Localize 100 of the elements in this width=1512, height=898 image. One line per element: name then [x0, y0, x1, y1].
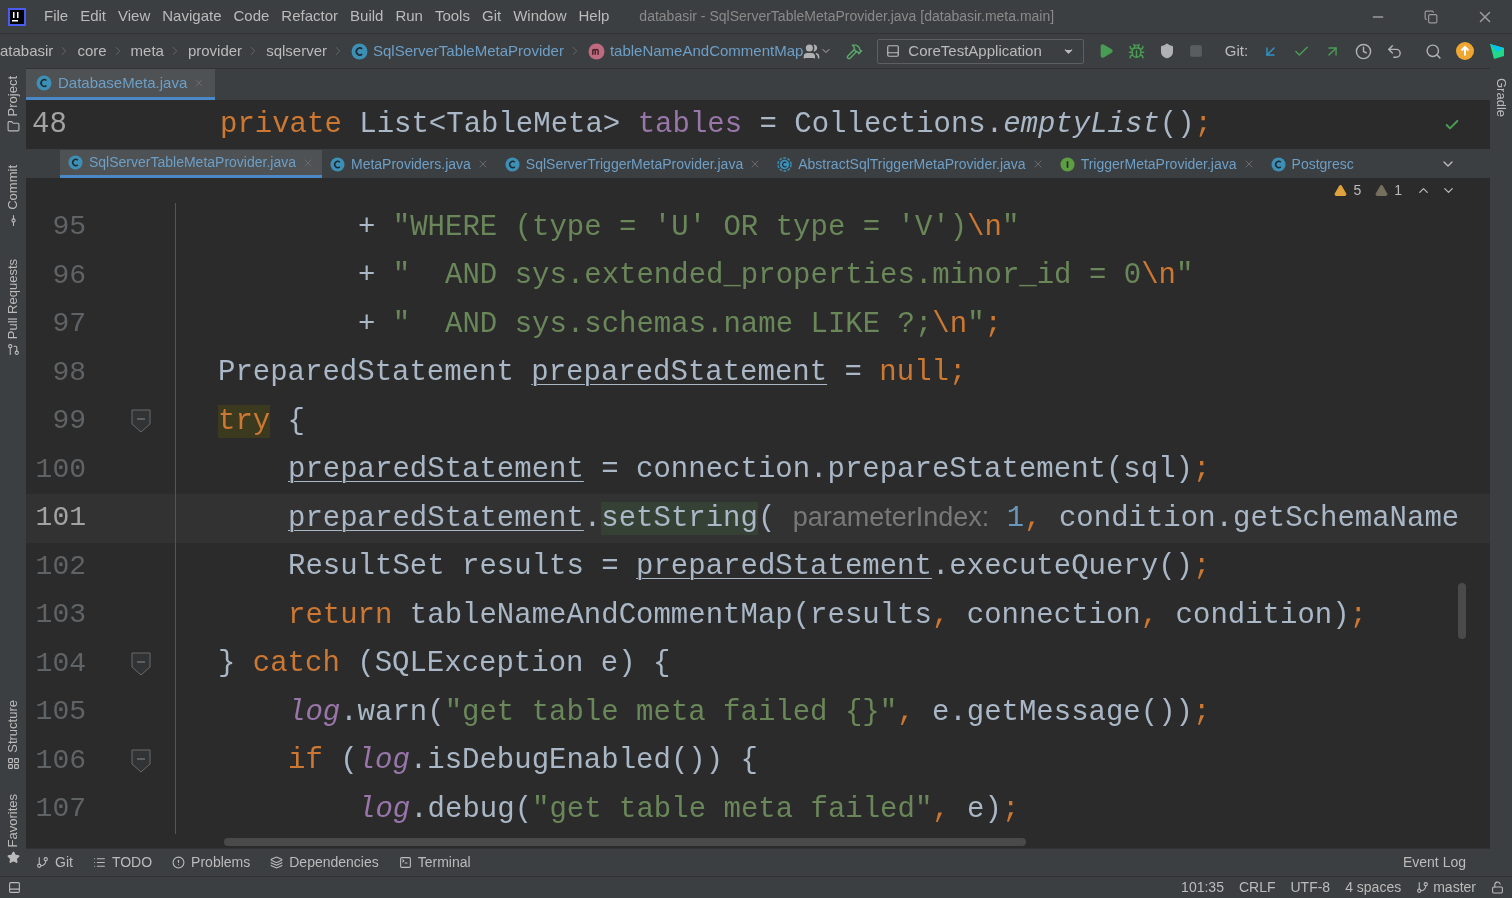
unlock-icon[interactable]: [1491, 881, 1504, 894]
code-token: condition): [1174, 598, 1350, 632]
code-token: ,: [932, 792, 950, 826]
code-token: log: [357, 744, 410, 777]
breadcrumb[interactable]: tableNameAndCommentMap: [581, 39, 804, 63]
menu-item[interactable]: Tools: [428, 5, 476, 28]
line-separator[interactable]: CRLF: [1238, 877, 1276, 898]
class-icon: [351, 42, 368, 60]
class-icon: [504, 156, 520, 172]
menu-item[interactable]: Build: [344, 5, 390, 28]
menu-item[interactable]: Run: [389, 5, 429, 28]
code-token: preparedStatement: [531, 356, 828, 389]
breadcrumb[interactable]: sqlserver: [260, 39, 327, 63]
code-token: 1: [1005, 501, 1025, 535]
file-encoding[interactable]: UTF-8: [1290, 877, 1331, 898]
menu-item[interactable]: Window: [507, 5, 573, 28]
tool-window-button[interactable]: Favorites: [0, 785, 26, 872]
tool-window-button[interactable]: Terminal: [388, 852, 481, 873]
line-number: 48: [31, 106, 68, 143]
code-token: private: [220, 107, 342, 141]
tool-window-button[interactable]: Commit: [0, 157, 26, 236]
breadcrumb[interactable]: atabasir: [0, 39, 54, 63]
warning-icon: [1375, 184, 1389, 197]
stop-button[interactable]: [1188, 44, 1203, 58]
file-tab[interactable]: MetaProviders.java: [322, 150, 497, 178]
breadcrumb[interactable]: core: [71, 39, 107, 63]
file-tab[interactable]: Postgresc: [1262, 150, 1362, 178]
window-icon: [886, 44, 901, 58]
fold-marker-icon[interactable]: [130, 409, 151, 434]
tool-window-button[interactable]: Git: [26, 852, 83, 873]
code-token: tables: [637, 107, 743, 141]
code-token: " AND sys.extended_properties.minor_id = 0: [392, 259, 1142, 292]
file-tab[interactable]: DatabaseMeta.java: [26, 69, 216, 100]
tool-window-button[interactable]: Pull Requests: [0, 251, 26, 365]
code-token: \n: [967, 210, 1002, 244]
menu-item[interactable]: Refactor: [275, 5, 345, 28]
fold-marker-icon[interactable]: [130, 748, 151, 773]
rollback-button[interactable]: [1386, 42, 1404, 60]
horizontal-scrollbar[interactable]: [224, 838, 1026, 846]
file-tab[interactable]: SqlServerTriggerMetaProvider.java: [496, 150, 770, 178]
search-button[interactable]: [1425, 42, 1443, 60]
code-token: emptyList: [1003, 107, 1160, 141]
warning-count[interactable]: 5: [1353, 180, 1362, 201]
menu-item[interactable]: Edit: [74, 5, 113, 28]
git-label: Git:: [1224, 40, 1249, 61]
fold-marker-icon[interactable]: [130, 651, 151, 676]
breadcrumb[interactable]: SqlServerTableMetaProvider: [345, 39, 564, 63]
account-button[interactable]: [803, 42, 833, 60]
code-token: (): [1159, 107, 1195, 141]
file-tab[interactable]: SqlServerTableMetaProvider.java: [60, 150, 322, 178]
code-token: = Collections.: [758, 107, 1004, 141]
tool-window-button[interactable]: Gradle: [1491, 78, 1511, 118]
terminal-icon: [398, 856, 412, 869]
code-token: List<TableMeta>: [358, 107, 622, 141]
indent-setting[interactable]: 4 spaces: [1345, 877, 1402, 898]
code-token: ;: [1193, 695, 1211, 729]
menu-item[interactable]: Git: [475, 5, 508, 28]
class-icon: [68, 155, 83, 170]
code-token: ": [967, 307, 985, 341]
caret-position[interactable]: 101:35: [1181, 877, 1224, 898]
debug-button[interactable]: [1127, 42, 1145, 60]
tool-window-button[interactable]: Problems: [162, 852, 261, 873]
menu-item[interactable]: Code: [227, 5, 276, 28]
event-log-button[interactable]: Event Log: [1402, 852, 1466, 873]
menu-item[interactable]: Navigate: [156, 5, 228, 28]
toolbox-logo[interactable]: [1488, 42, 1507, 60]
breadcrumb[interactable]: meta: [124, 39, 164, 63]
code-token: log: [358, 792, 411, 826]
file-tab[interactable]: TriggerMetaProvider.java: [1051, 150, 1263, 178]
tool-window-button[interactable]: TODO: [82, 852, 163, 873]
update-available-icon[interactable]: [1456, 42, 1475, 60]
code-token: ,: [931, 598, 950, 632]
code-token: return: [288, 598, 393, 632]
restore-button[interactable]: [1424, 9, 1438, 24]
tool-window-button[interactable]: Project: [0, 68, 26, 142]
pull-request-icon: [6, 343, 20, 357]
run-config-dropdown[interactable]: CoreTestApplication: [877, 38, 1084, 64]
line-number: 107: [34, 792, 86, 827]
tool-window-button[interactable]: Structure: [0, 691, 26, 778]
tool-windows-icon[interactable]: [8, 881, 21, 894]
code-token: .: [583, 501, 602, 535]
tool-window-button[interactable]: Dependencies: [260, 852, 389, 873]
file-tab[interactable]: AbstractSqlTriggerMetaProvider.java: [769, 150, 1052, 178]
menu-item[interactable]: View: [112, 5, 157, 28]
method-icon: [587, 42, 605, 60]
weak-warning-count[interactable]: 1: [1394, 180, 1402, 201]
vertical-scrollbar[interactable]: [1458, 583, 1466, 639]
line-number: 103: [34, 598, 86, 633]
menu-item[interactable]: Help: [572, 5, 616, 28]
menu-item[interactable]: File: [38, 5, 75, 28]
code-token: ": [1001, 210, 1020, 244]
code-token: .isDebugEnabled()) {: [409, 744, 758, 777]
git-branch[interactable]: master: [1433, 877, 1476, 898]
line-number: 105: [34, 695, 86, 730]
line-number: 106: [34, 743, 86, 778]
build-button[interactable]: [846, 42, 864, 60]
breadcrumb[interactable]: provider: [181, 39, 243, 63]
history-button[interactable]: [1355, 42, 1373, 60]
code-token: (: [757, 501, 777, 535]
coverage-button[interactable]: [1158, 43, 1175, 59]
